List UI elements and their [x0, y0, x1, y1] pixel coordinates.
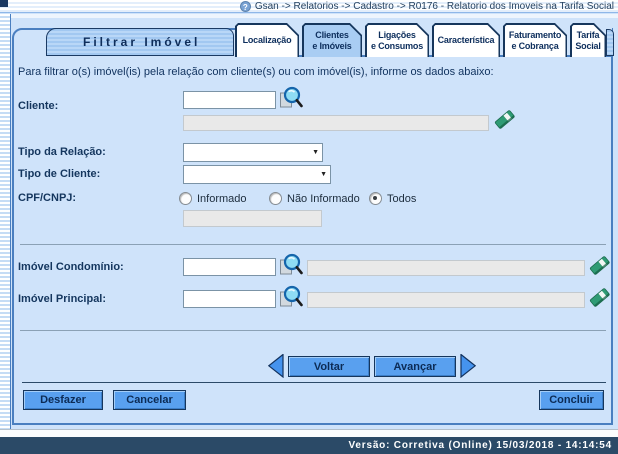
- cpf-cnpj-label: CPF/CNPJ:: [18, 192, 76, 204]
- cliente-label: Cliente:: [18, 100, 58, 112]
- cpf-cnpj-radio-nao-informado-group: Não Informado: [269, 192, 360, 205]
- topbar-under-strip: [0, 14, 618, 18]
- tab-end-cap: [606, 29, 614, 56]
- tab-bar: Localização Clientese Imóveis Ligaçõese …: [235, 23, 606, 57]
- back-arrow-icon[interactable]: [268, 354, 284, 378]
- radio-informado[interactable]: [179, 192, 192, 205]
- radio-todos-label: Todos: [387, 193, 416, 205]
- help-icon[interactable]: ?: [240, 1, 251, 12]
- corner-decoration: [0, 0, 8, 7]
- imovel-condominio-search-icon[interactable]: [279, 253, 303, 277]
- tab-tarifa-social[interactable]: TarifaSocial: [570, 23, 606, 57]
- concluir-button[interactable]: Concluir: [539, 390, 604, 410]
- radio-informado-label: Informado: [197, 193, 247, 205]
- imovel-principal-label: Imóvel Principal:: [18, 293, 106, 305]
- chevron-down-icon: ▼: [312, 149, 319, 156]
- cpf-cnpj-input: [183, 210, 322, 227]
- left-menu-rail[interactable]: [0, 14, 11, 429]
- breadcrumb-bar: ? Gsan -> Relatorios -> Cadastro -> R017…: [0, 0, 618, 13]
- cpf-cnpj-radio-informado-group: Informado: [179, 192, 247, 205]
- tab-caracteristica[interactable]: Característica: [432, 23, 500, 57]
- radio-nao-informado-label: Não Informado: [287, 193, 360, 205]
- tipo-cliente-select[interactable]: ▼: [183, 165, 331, 184]
- tab-ligacoes-e-consumos[interactable]: Ligaçõese Consumos: [365, 23, 429, 57]
- tipo-relacao-label: Tipo da Relação:: [18, 146, 106, 158]
- imovel-principal-nome-field: [307, 292, 585, 308]
- forward-arrow-icon[interactable]: [460, 354, 476, 378]
- version-status-bar: Versão: Corretiva (Online) 15/03/2018 - …: [0, 437, 618, 454]
- breadcrumb: Gsan -> Relatorios -> Cadastro -> R0176 …: [255, 1, 614, 12]
- imovel-principal-input[interactable]: [183, 290, 276, 308]
- imovel-condominio-input[interactable]: [183, 258, 276, 276]
- cliente-erase-icon[interactable]: [494, 106, 517, 130]
- tab-faturamento-e-cobranca[interactable]: Faturamentoe Cobrança: [503, 23, 567, 57]
- imovel-condominio-nome-field: [307, 260, 585, 276]
- imovel-principal-search-icon[interactable]: [279, 285, 303, 309]
- imovel-principal-erase-icon[interactable]: [589, 284, 612, 308]
- cliente-codigo-input[interactable]: [183, 91, 276, 109]
- page-title: Filtrar Imóvel: [46, 28, 234, 56]
- instruction-text: Para filtrar o(s) imóvel(is) pela relaçã…: [18, 66, 606, 78]
- radio-todos[interactable]: [369, 192, 382, 205]
- section-divider: [20, 244, 606, 245]
- tab-clientes-e-imoveis[interactable]: Clientese Imóveis: [302, 23, 362, 57]
- chevron-down-icon: ▼: [320, 171, 327, 178]
- cancelar-button[interactable]: Cancelar: [113, 390, 186, 410]
- cliente-search-icon[interactable]: [279, 86, 303, 110]
- footer-divider: [22, 382, 606, 383]
- imovel-condominio-erase-icon[interactable]: [589, 252, 612, 276]
- cpf-cnpj-radio-todos-group: Todos: [369, 192, 416, 205]
- tipo-relacao-select[interactable]: ▼: [183, 143, 323, 162]
- tab-localizacao[interactable]: Localização: [235, 23, 299, 57]
- section-divider: [20, 330, 606, 331]
- avancar-button[interactable]: Avançar: [374, 356, 456, 377]
- voltar-button[interactable]: Voltar: [288, 356, 370, 377]
- radio-nao-informado[interactable]: [269, 192, 282, 205]
- cliente-nome-field: [183, 115, 489, 131]
- gsan-window: ? Gsan -> Relatorios -> Cadastro -> R017…: [0, 0, 618, 454]
- imovel-condominio-label: Imóvel Condomínio:: [18, 261, 124, 273]
- status-gap: [0, 429, 618, 437]
- desfazer-button[interactable]: Desfazer: [23, 390, 103, 410]
- version-text: Versão: Corretiva (Online) 15/03/2018 - …: [348, 440, 612, 451]
- tipo-cliente-label: Tipo de Cliente:: [18, 168, 100, 180]
